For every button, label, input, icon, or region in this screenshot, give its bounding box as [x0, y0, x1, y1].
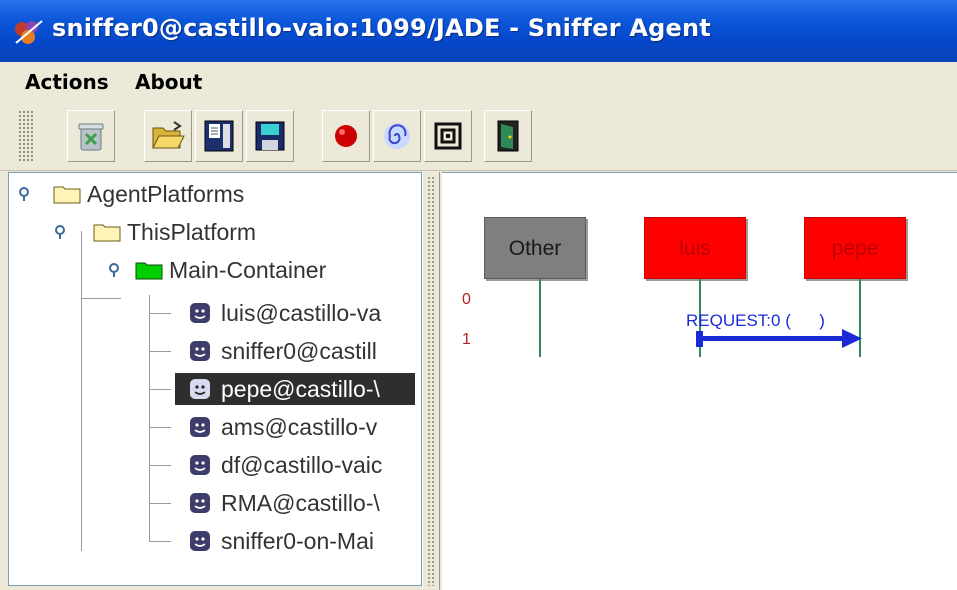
tree-node-main-container[interactable]: Main-Container	[9, 254, 409, 286]
title-bar[interactable]: sniffer0@castillo-vaio:1099/JADE - Sniff…	[0, 0, 957, 62]
agent-tree[interactable]: AgentPlatforms ThisPlatform Main-Contain…	[8, 172, 422, 586]
tree-expand-handle-icon	[109, 263, 119, 277]
lifeline-other	[539, 279, 541, 357]
record-icon	[335, 125, 357, 147]
agent-face-icon	[190, 493, 210, 513]
row-number: 0	[462, 291, 471, 308]
tree-node-agent[interactable]: ams@castillo-v	[175, 411, 415, 443]
tree-expand-handle-icon	[55, 225, 65, 239]
menu-about[interactable]: About	[135, 70, 202, 94]
container-folder-icon	[135, 262, 163, 280]
folder-icon	[53, 186, 81, 204]
menu-bar: Actions About	[0, 62, 957, 102]
tree-node-label: AgentPlatforms	[87, 181, 245, 207]
record-button[interactable]	[322, 110, 370, 162]
save-icon	[255, 121, 285, 151]
agent-face-icon	[190, 303, 210, 323]
agent-label: df@castillo-vaic	[221, 452, 383, 478]
agent-face-icon	[190, 417, 210, 437]
agent-face-icon	[190, 341, 210, 361]
exit-door-icon	[497, 120, 519, 152]
folder-icon	[93, 224, 121, 242]
agent-face-icon	[190, 455, 210, 475]
agent-box-pepe[interactable]: pepe	[804, 217, 906, 279]
display-log-button[interactable]	[195, 110, 243, 162]
toolbar	[0, 102, 957, 171]
agent-label: RMA@castillo-\	[221, 490, 380, 516]
toolbar-grip[interactable]	[18, 110, 34, 162]
tree-node-agent-platforms[interactable]: AgentPlatforms	[9, 178, 409, 210]
no-sniff-button[interactable]	[424, 110, 472, 162]
clear-canvas-button[interactable]	[67, 110, 115, 162]
jade-logo-icon	[15, 20, 43, 44]
tree-node-agent-selected[interactable]: pepe@castillo-\	[175, 373, 415, 405]
agent-face-icon	[190, 379, 210, 399]
agent-label: sniffer0@castill	[221, 338, 377, 364]
tree-node-agent[interactable]: sniffer0-on-Mai	[175, 525, 415, 557]
row-number: 1	[462, 331, 471, 348]
agent-box-luis[interactable]: luis	[644, 217, 746, 279]
split-pane-divider[interactable]	[422, 172, 440, 590]
divider-grip	[427, 176, 435, 586]
no-sniff-icon	[434, 122, 462, 150]
tree-node-label: Main-Container	[169, 257, 327, 283]
menu-actions[interactable]: Actions	[25, 70, 109, 94]
tree-node-this-platform[interactable]: ThisPlatform	[9, 216, 409, 248]
tree-node-agent[interactable]: sniffer0@castill	[175, 335, 415, 367]
agent-label: sniffer0-on-Mai	[221, 528, 374, 554]
agent-label: ams@castillo-v	[221, 414, 378, 440]
tree-node-label: ThisPlatform	[127, 219, 257, 245]
sniff-agent-icon	[384, 123, 410, 149]
open-folder-icon	[152, 121, 185, 149]
agent-box-other[interactable]: Other	[484, 217, 586, 279]
agent-label: pepe@castillo-\	[221, 376, 380, 402]
clear-canvas-icon	[78, 123, 104, 151]
save-button[interactable]	[246, 110, 294, 162]
agent-label: luis@castillo-va	[221, 300, 382, 326]
window-title: sniffer0@castillo-vaio:1099/JADE - Sniff…	[52, 14, 711, 42]
tree-node-agent[interactable]: df@castillo-vaic	[175, 449, 415, 481]
open-button[interactable]	[144, 110, 192, 162]
message-arrow[interactable]	[692, 325, 872, 351]
sniff-agent-button[interactable]	[373, 110, 421, 162]
tree-node-agent[interactable]: RMA@castillo-\	[175, 487, 415, 519]
exit-button[interactable]	[484, 110, 532, 162]
tree-node-agent[interactable]: luis@castillo-va	[175, 297, 415, 329]
agent-face-icon	[190, 531, 210, 551]
tree-expand-handle-icon	[19, 187, 29, 201]
sniffer-canvas[interactable]: Other luis pepe 0 1 REQUEST:0 ( )	[442, 172, 957, 590]
display-log-icon	[204, 120, 234, 152]
